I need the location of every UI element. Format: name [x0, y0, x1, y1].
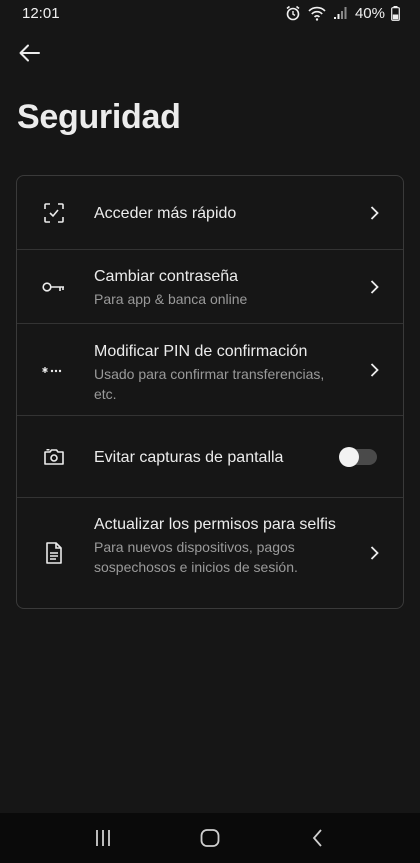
- back-button[interactable]: [14, 38, 44, 68]
- wifi-icon: [308, 6, 326, 21]
- settings-card: Acceder más rápido Cambiar contraseña Pa…: [16, 175, 404, 609]
- item-title: Cambiar contraseña: [94, 268, 239, 285]
- status-icons: 40%: [285, 5, 400, 22]
- change-password-item[interactable]: Cambiar contraseña Para app & banca onli…: [17, 250, 403, 324]
- selfie-permissions-text: Actualizar los permisos para selfis Para…: [94, 514, 343, 577]
- screenshot-toggle[interactable]: [339, 447, 377, 467]
- prevent-screenshots-text: Evitar capturas de pantalla: [94, 447, 343, 468]
- document-icon: [41, 540, 67, 566]
- back-nav-icon: [312, 829, 322, 847]
- status-time: 12:01: [22, 4, 60, 22]
- chevron-right-icon: [367, 279, 381, 295]
- prevent-screenshots-item: Evitar capturas de pantalla: [17, 416, 403, 498]
- status-bar: 12:01 40%: [0, 0, 420, 26]
- item-subtitle: Para nuevos dispositivos, pagos sospecho…: [94, 539, 298, 575]
- toggle-knob: [339, 447, 359, 467]
- battery-percent: 40%: [354, 4, 385, 22]
- battery-icon: [391, 5, 400, 21]
- change-password-text: Cambiar contraseña Para app & banca onli…: [94, 266, 343, 309]
- faster-access-text: Acceder más rápido: [94, 203, 343, 224]
- signal-icon: [333, 7, 347, 19]
- chevron-right-icon: [367, 362, 381, 378]
- item-title: Acceder más rápido: [94, 205, 237, 222]
- home-icon: [200, 829, 220, 847]
- key-icon: [41, 274, 67, 300]
- item-title: Actualizar los permisos para selfis: [94, 516, 336, 533]
- chevron-right-icon: [367, 205, 381, 221]
- recent-apps-button[interactable]: [83, 818, 123, 858]
- item-subtitle: Usado para confirmar transferencias, etc…: [94, 366, 325, 402]
- home-button[interactable]: [190, 818, 230, 858]
- modify-pin-item[interactable]: Modificar PIN de confirmación Usado para…: [17, 324, 403, 416]
- face-scan-icon: [41, 200, 67, 226]
- alarm-icon: [286, 5, 300, 21]
- back-nav-button[interactable]: [297, 818, 337, 858]
- modify-pin-text: Modificar PIN de confirmación Usado para…: [94, 341, 343, 404]
- item-title: Evitar capturas de pantalla: [94, 449, 284, 466]
- pin-dots-icon: [41, 357, 67, 383]
- chevron-right-icon: [367, 545, 381, 561]
- system-nav-bar: [0, 813, 420, 863]
- recent-apps-icon: [96, 830, 111, 846]
- item-title: Modificar PIN de confirmación: [94, 343, 308, 360]
- page-title: Seguridad: [17, 98, 181, 136]
- faster-access-item[interactable]: Acceder más rápido: [17, 176, 403, 250]
- arrow-left-icon: [19, 44, 40, 62]
- item-subtitle: Para app & banca online: [94, 291, 248, 307]
- selfie-permissions-item[interactable]: Actualizar los permisos para selfis Para…: [17, 498, 403, 608]
- camera-icon: [41, 444, 67, 470]
